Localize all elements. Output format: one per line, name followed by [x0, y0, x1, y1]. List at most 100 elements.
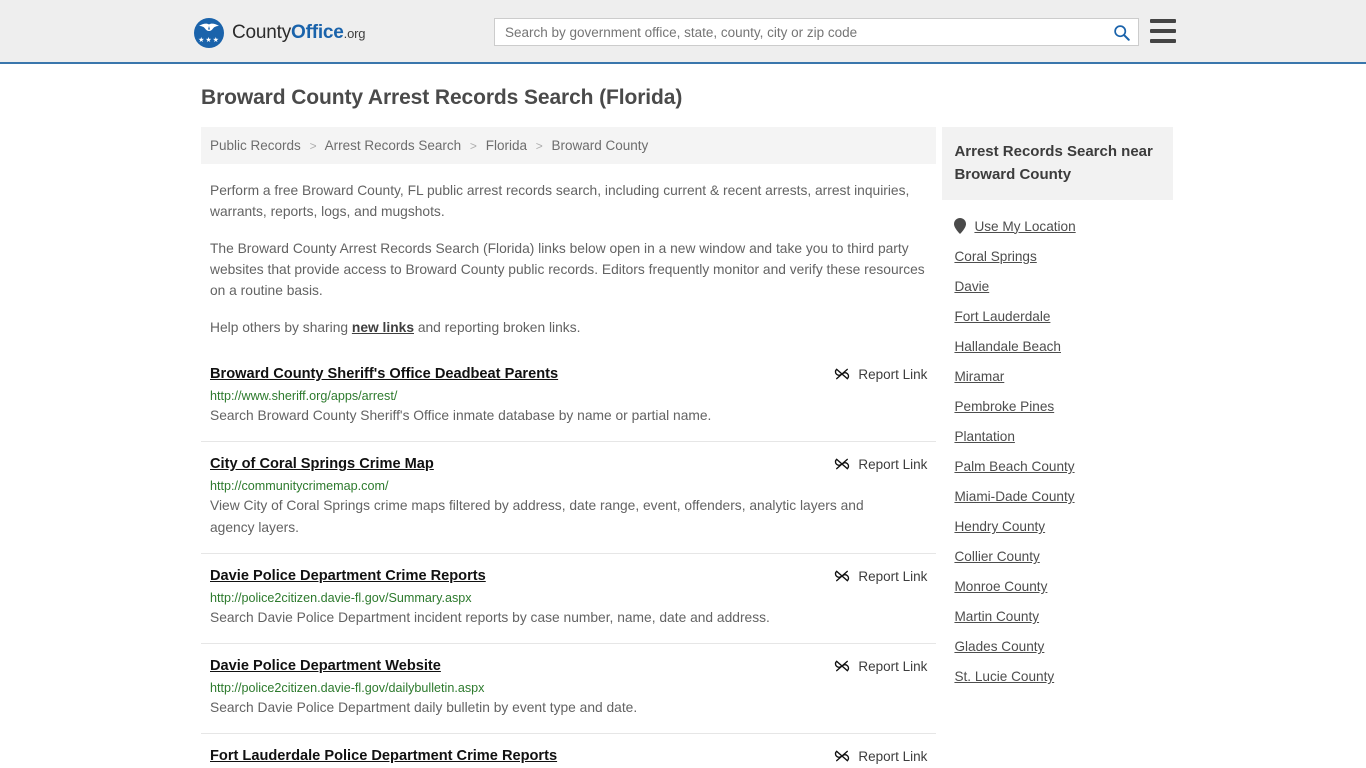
- report-link-label: Report Link: [858, 568, 928, 584]
- breadcrumb-separator: >: [535, 139, 543, 153]
- sidebar-item-davie[interactable]: Davie: [954, 279, 1173, 294]
- report-link-button[interactable]: Report Link: [834, 456, 927, 472]
- sidebar-item-label: Monroe County: [954, 579, 1048, 594]
- broken-link-icon: [835, 368, 850, 380]
- intro-paragraph-1: Perform a free Broward County, FL public…: [210, 183, 910, 219]
- result-title-link[interactable]: Davie Police Department Website: [210, 658, 441, 674]
- sidebar-item-label: Coral Springs: [954, 249, 1037, 264]
- sidebar-item-collier-county[interactable]: Collier County: [954, 549, 1173, 564]
- result-description: View City of Coral Springs crime maps fi…: [210, 498, 864, 535]
- main-content: Public Records > Arrest Records Search >…: [201, 127, 937, 768]
- sidebar-item-fort-lauderdale[interactable]: Fort Lauderdale: [954, 309, 1173, 324]
- sidebar-item-label: Use My Location: [974, 218, 1076, 234]
- sidebar-item-palm-beach-county[interactable]: Palm Beach County: [954, 459, 1173, 474]
- report-link-button[interactable]: Report Link: [834, 748, 927, 764]
- sidebar-item-label: Miramar: [954, 369, 1005, 384]
- logo-text-county: County: [232, 22, 292, 43]
- result-title-link[interactable]: Broward County Sheriff's Office Deadbeat…: [210, 366, 558, 382]
- intro-paragraph-3: Help others by sharing new links and rep…: [210, 317, 925, 338]
- breadcrumb: Public Records > Arrest Records Search >…: [201, 127, 937, 164]
- stars-glyph: ★★★: [198, 37, 220, 44]
- logo-text-org: .org: [343, 26, 366, 41]
- report-link-label: Report Link: [858, 658, 928, 674]
- sidebar-item-label: Miami-Dade County: [954, 489, 1075, 504]
- result-url: http://www.sheriff.org/apps/arrest/: [210, 389, 398, 403]
- result-item: City of Coral Springs Crime Map Report L…: [201, 441, 937, 553]
- result-url: http://police2citizen.davie-fl.gov/Summa…: [210, 591, 472, 605]
- sidebar-item-label: Hallandale Beach: [954, 339, 1061, 354]
- eagle-seal-icon: ★★★: [194, 18, 224, 48]
- report-link-label: Report Link: [858, 748, 928, 764]
- intro-p3-before: Help others by sharing: [210, 320, 352, 335]
- broken-link-icon: [835, 458, 850, 470]
- sidebar-item-label: Collier County: [954, 549, 1040, 564]
- sidebar-item-miramar[interactable]: Miramar: [954, 369, 1173, 384]
- search-bar[interactable]: [494, 18, 1139, 46]
- search-icon: [1113, 24, 1130, 41]
- sidebar-item-label: Palm Beach County: [954, 459, 1075, 474]
- sidebar: Arrest Records Search near Broward Count…: [942, 127, 1173, 684]
- logo-text-office: Office: [291, 22, 344, 43]
- sidebar-item-st-lucie-county[interactable]: St. Lucie County: [954, 669, 1173, 684]
- result-item: Davie Police Department Crime Reports Re…: [201, 553, 937, 643]
- result-url: http://police2citizen.davie-fl.gov/daily…: [210, 681, 485, 695]
- eagle-glyph: [199, 23, 219, 31]
- sidebar-item-label: Martin County: [954, 609, 1040, 624]
- sidebar-item-martin-county[interactable]: Martin County: [954, 609, 1173, 624]
- hamburger-menu-icon[interactable]: [1150, 19, 1176, 43]
- map-pin-icon: [954, 218, 967, 234]
- breadcrumb-item-arrest-records-search[interactable]: Arrest Records Search: [325, 138, 462, 153]
- menu-bar-1: [1150, 19, 1176, 23]
- breadcrumb-separator: >: [469, 139, 477, 153]
- sidebar-item-hendry-county[interactable]: Hendry County: [954, 519, 1173, 534]
- report-link-label: Report Link: [858, 456, 928, 472]
- page-body: Broward County Arrest Records Search (Fl…: [0, 64, 1366, 768]
- sidebar-item-monroe-county[interactable]: Monroe County: [954, 579, 1173, 594]
- sidebar-item-label: St. Lucie County: [954, 669, 1055, 684]
- page-title: Broward County Arrest Records Search (Fl…: [201, 86, 683, 109]
- sidebar-item-coral-springs[interactable]: Coral Springs: [954, 249, 1173, 264]
- sidebar-item-hallandale-beach[interactable]: Hallandale Beach: [954, 339, 1173, 354]
- sidebar-item-label: Fort Lauderdale: [954, 309, 1051, 324]
- breadcrumb-item-public-records[interactable]: Public Records: [210, 138, 301, 153]
- result-item: Fort Lauderdale Police Department Crime …: [201, 733, 937, 768]
- result-title-link[interactable]: City of Coral Springs Crime Map: [210, 456, 434, 472]
- site-logo[interactable]: ★★★ CountyOffice.org: [194, 18, 365, 48]
- sidebar-item-label: Pembroke Pines: [954, 399, 1055, 414]
- sidebar-heading: Arrest Records Search near Broward Count…: [942, 127, 1173, 200]
- result-item: Davie Police Department Website Report L…: [201, 643, 937, 733]
- breadcrumb-separator: >: [309, 139, 317, 153]
- search-input[interactable]: [495, 19, 1104, 45]
- sidebar-item-label: Plantation: [954, 429, 1015, 444]
- menu-bar-2: [1150, 29, 1176, 33]
- intro-p3-after: and reporting broken links.: [414, 320, 581, 335]
- sidebar-item-label: Hendry County: [954, 519, 1046, 534]
- result-title-link[interactable]: Davie Police Department Crime Reports: [210, 568, 486, 584]
- sidebar-item-glades-county[interactable]: Glades County: [954, 639, 1173, 654]
- broken-link-icon: [835, 570, 850, 582]
- report-link-label: Report Link: [858, 366, 928, 382]
- sidebar-item-miami-dade-county[interactable]: Miami-Dade County: [954, 489, 1173, 504]
- site-header: ★★★ CountyOffice.org: [0, 0, 1366, 64]
- result-item: Broward County Sheriff's Office Deadbeat…: [201, 356, 936, 441]
- sidebar-item-pembroke-pines[interactable]: Pembroke Pines: [954, 399, 1173, 414]
- sidebar-links: Use My Location Coral Springs Davie Fort…: [942, 200, 1173, 684]
- sidebar-item-label: Davie: [954, 279, 990, 294]
- new-links-link[interactable]: new links: [352, 320, 414, 335]
- menu-bar-3: [1150, 39, 1176, 43]
- breadcrumb-item-broward-county[interactable]: Broward County: [552, 138, 649, 153]
- report-link-button[interactable]: Report Link: [834, 658, 927, 674]
- report-link-button[interactable]: Report Link: [834, 366, 927, 382]
- report-link-button[interactable]: Report Link: [834, 568, 927, 584]
- intro-text: Perform a free Broward County, FL public…: [201, 180, 936, 338]
- sidebar-item-use-my-location[interactable]: Use My Location: [954, 218, 1173, 234]
- broken-link-icon: [835, 660, 850, 672]
- breadcrumb-item-florida[interactable]: Florida: [486, 138, 527, 153]
- results-list: Broward County Sheriff's Office Deadbeat…: [201, 356, 937, 768]
- result-title-link[interactable]: Fort Lauderdale Police Department Crime …: [210, 748, 557, 764]
- sidebar-item-plantation[interactable]: Plantation: [954, 429, 1173, 444]
- search-button[interactable]: [1104, 19, 1138, 45]
- broken-link-icon: [835, 750, 850, 762]
- logo-text: CountyOffice.org: [232, 22, 365, 44]
- result-description: Search Davie Police Department daily bul…: [210, 700, 638, 715]
